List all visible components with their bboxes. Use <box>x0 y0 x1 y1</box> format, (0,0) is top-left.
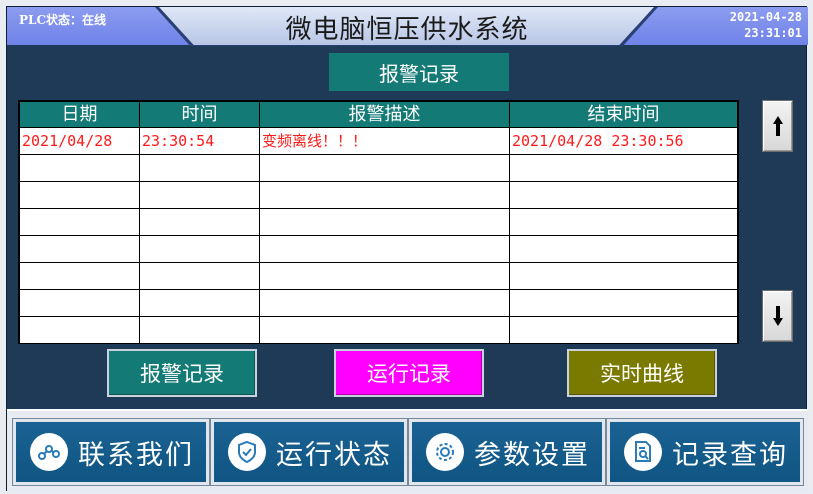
nav-run-status[interactable]: 运行状态 <box>211 419 407 485</box>
alarm-table: 日期 时间 报警描述 结束时间 2021/04/28 23:30:54 变频离线… <box>18 100 739 344</box>
nav-label: 联系我们 <box>78 439 194 471</box>
current-time: 23:31:01 <box>744 26 802 40</box>
table-header-row: 日期 时间 报警描述 结束时间 <box>19 101 738 128</box>
arrow-down-icon <box>772 306 783 326</box>
share-network-icon <box>30 433 68 471</box>
cell-time <box>139 316 260 344</box>
scroll-up-button[interactable] <box>762 100 793 152</box>
cell-description <box>259 154 510 182</box>
cell-time <box>139 208 260 236</box>
table-row[interactable] <box>19 154 738 182</box>
page-title: 报警记录 <box>329 53 509 91</box>
nav-parameter-settings[interactable]: 参数设置 <box>409 419 605 485</box>
cell-date <box>19 208 140 236</box>
cell-end-time <box>509 316 738 344</box>
system-title: 微电脑恒压供水系统 <box>285 15 529 45</box>
plc-status: PLC状态：在线 <box>19 13 107 27</box>
alarm-record-button[interactable]: 报警记录 <box>107 349 257 397</box>
cell-description: 变频离线！！！ <box>259 127 510 155</box>
cell-end-time <box>509 208 738 236</box>
table-row[interactable] <box>19 316 738 344</box>
cell-time: 23:30:54 <box>139 127 260 155</box>
nav-contact-us[interactable]: 联系我们 <box>13 419 209 485</box>
gear-icon <box>426 433 464 471</box>
table-row[interactable]: 2021/04/28 23:30:54 变频离线！！！ 2021/04/28 2… <box>19 127 738 155</box>
nav-record-query[interactable]: 记录查询 <box>607 419 803 485</box>
cell-description <box>259 235 510 263</box>
cell-end-time <box>509 154 738 182</box>
cell-date: 2021/04/28 <box>19 127 140 155</box>
nav-label: 记录查询 <box>672 439 788 471</box>
cell-time <box>139 154 260 182</box>
nav-label: 运行状态 <box>276 439 392 471</box>
realtime-curve-button[interactable]: 实时曲线 <box>567 349 717 397</box>
cell-time <box>139 181 260 209</box>
table-row[interactable] <box>19 289 738 317</box>
cell-date <box>19 154 140 182</box>
table-row[interactable] <box>19 208 738 236</box>
cell-date <box>19 235 140 263</box>
run-record-button[interactable]: 运行记录 <box>334 349 484 397</box>
arrow-up-icon <box>772 116 783 136</box>
cell-time <box>139 262 260 290</box>
cell-end-time: 2021/04/28 23:30:56 <box>509 127 738 155</box>
document-search-icon <box>624 433 662 471</box>
cell-date <box>19 289 140 317</box>
cell-description <box>259 208 510 236</box>
bottom-nav: 联系我们 运行状态 参数设置 记录查询 <box>7 409 808 492</box>
cell-end-time <box>509 289 738 317</box>
column-header-time: 时间 <box>139 101 260 128</box>
cell-description <box>259 262 510 290</box>
table-row[interactable] <box>19 262 738 290</box>
cell-description <box>259 316 510 344</box>
column-header-end-time: 结束时间 <box>509 101 738 128</box>
scroll-down-button[interactable] <box>762 290 793 342</box>
cell-end-time <box>509 262 738 290</box>
cell-date <box>19 316 140 344</box>
cell-time <box>139 235 260 263</box>
column-header-date: 日期 <box>19 101 140 128</box>
current-date: 2021-04-28 <box>729 10 802 24</box>
cell-end-time <box>509 181 738 209</box>
cell-description <box>259 289 510 317</box>
cell-description <box>259 181 510 209</box>
hmi-window: PLC状态：在线 微电脑恒压供水系统 2021-04-28 23:31:01 报… <box>6 6 808 492</box>
cell-date <box>19 262 140 290</box>
table-row[interactable] <box>19 181 738 209</box>
nav-label: 参数设置 <box>474 439 590 471</box>
cell-end-time <box>509 235 738 263</box>
table-row[interactable] <box>19 235 738 263</box>
cell-time <box>139 289 260 317</box>
shield-check-icon <box>228 433 266 471</box>
cell-date <box>19 181 140 209</box>
column-header-description: 报警描述 <box>259 101 510 128</box>
header-bar: PLC状态：在线 微电脑恒压供水系统 2021-04-28 23:31:01 <box>7 7 808 46</box>
